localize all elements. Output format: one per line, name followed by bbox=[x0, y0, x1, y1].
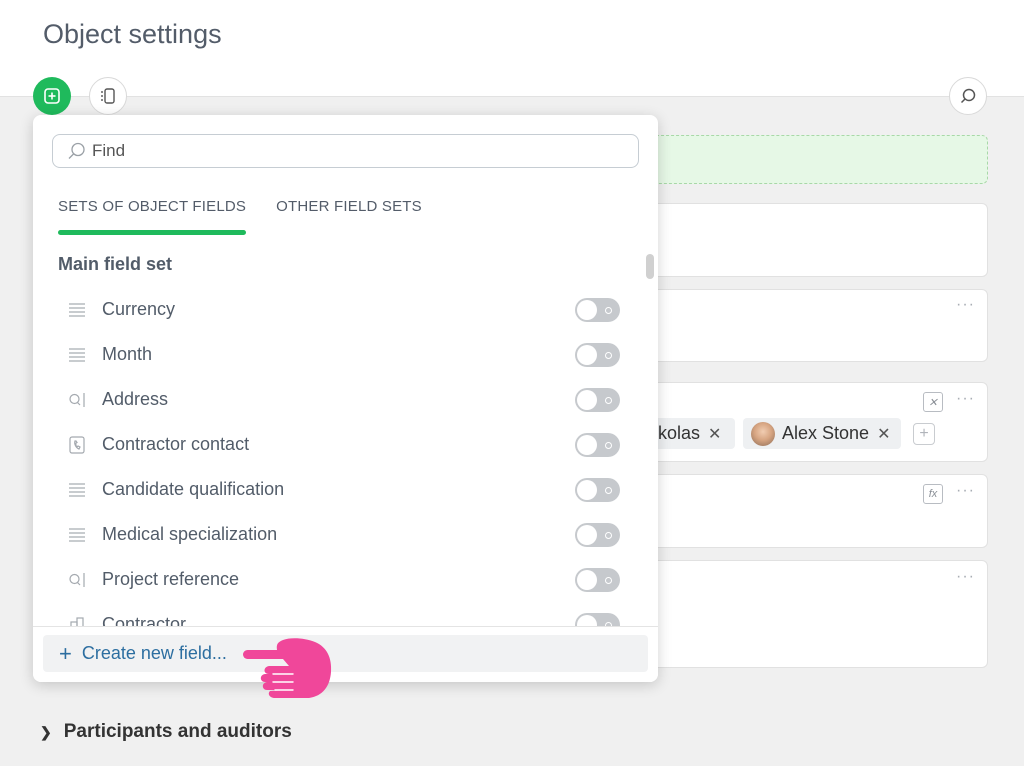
layout-button[interactable] bbox=[89, 77, 127, 115]
field-toggle[interactable] bbox=[575, 477, 620, 502]
participants-section-toggle[interactable]: ❯ Participants and auditors bbox=[40, 721, 292, 743]
search-button[interactable] bbox=[949, 77, 987, 115]
field-set-tabs: SETS OF OBJECT FIELDS OTHER FIELD SETS bbox=[58, 198, 452, 235]
more-icon[interactable]: ··· bbox=[956, 482, 975, 500]
participants-label: Participants and auditors bbox=[63, 721, 292, 742]
panel-footer: + Create new field... bbox=[33, 626, 658, 682]
header: Object settings bbox=[0, 0, 1024, 97]
field-row-candidate-qualification[interactable]: Candidate qualification bbox=[33, 467, 658, 512]
address-icon bbox=[68, 391, 86, 409]
search-icon bbox=[68, 142, 85, 159]
tab-sets-of-object-fields[interactable]: SETS OF OBJECT FIELDS bbox=[58, 198, 247, 235]
field-row-address[interactable]: Address bbox=[33, 377, 658, 422]
field-label: Currency bbox=[102, 299, 176, 319]
field-toggle[interactable] bbox=[575, 522, 620, 547]
list-icon bbox=[68, 481, 86, 499]
search-field[interactable] bbox=[52, 134, 639, 168]
scrollbar[interactable] bbox=[646, 254, 654, 279]
plus-square-icon bbox=[44, 88, 60, 104]
field-row-medical-specialization[interactable]: Medical specialization bbox=[33, 512, 658, 557]
field-row-contractor[interactable]: Contractor bbox=[33, 602, 658, 627]
field-list: Currency Month Address Contractor contac… bbox=[33, 287, 658, 627]
field-picker-popup: SETS OF OBJECT FIELDS OTHER FIELD SETS M… bbox=[33, 115, 658, 682]
field-toggle[interactable] bbox=[575, 342, 620, 367]
field-label: Month bbox=[102, 344, 153, 364]
field-row-currency[interactable]: Currency bbox=[33, 287, 658, 332]
field-toggle[interactable] bbox=[575, 567, 620, 592]
plus-icon: + bbox=[59, 640, 72, 666]
user-chip[interactable]: kolas ✕ bbox=[650, 418, 735, 449]
layout-icon bbox=[101, 88, 115, 104]
formula-icon[interactable]: fx bbox=[923, 484, 943, 504]
create-new-field-label: Create new field... bbox=[81, 643, 227, 663]
field-label: Candidate qualification bbox=[102, 479, 285, 499]
field-card[interactable]: fx ··· bbox=[640, 474, 988, 548]
list-icon bbox=[68, 526, 86, 544]
more-icon[interactable]: ··· bbox=[956, 296, 975, 314]
field-label: Medical specialization bbox=[102, 524, 278, 544]
section-title: Main field set bbox=[58, 254, 173, 274]
search-input[interactable] bbox=[92, 141, 592, 161]
remove-icon[interactable]: ✕ bbox=[708, 424, 721, 444]
drop-zone[interactable] bbox=[640, 135, 988, 184]
more-icon[interactable]: ··· bbox=[956, 390, 975, 408]
field-row-month[interactable]: Month bbox=[33, 332, 658, 377]
field-card[interactable]: ··· bbox=[640, 289, 988, 362]
contact-icon bbox=[68, 435, 86, 454]
search-icon bbox=[960, 88, 976, 104]
field-card[interactable]: ··· bbox=[640, 560, 988, 668]
field-toggle[interactable] bbox=[575, 432, 620, 457]
field-toggle[interactable] bbox=[575, 297, 620, 322]
add-field-button[interactable] bbox=[33, 77, 71, 115]
pointing-hand-icon bbox=[243, 638, 332, 698]
field-label: Address bbox=[102, 389, 169, 409]
chevron-right-icon: ❯ bbox=[40, 723, 52, 740]
user-chip[interactable]: Alex Stone ✕ bbox=[743, 418, 901, 449]
clear-icon[interactable]: ✕ bbox=[923, 392, 943, 412]
remove-icon[interactable]: ✕ bbox=[877, 424, 890, 444]
field-toggle[interactable] bbox=[575, 387, 620, 412]
list-icon bbox=[68, 346, 86, 364]
field-label: Project reference bbox=[102, 569, 240, 589]
avatar bbox=[751, 421, 775, 446]
field-row-contractor-contact[interactable]: Contractor contact bbox=[33, 422, 658, 467]
field-label: Contractor contact bbox=[102, 434, 250, 454]
chip-label: Alex Stone bbox=[782, 423, 870, 443]
field-card[interactable] bbox=[640, 203, 988, 277]
tab-other-field-sets[interactable]: OTHER FIELD SETS bbox=[276, 198, 422, 235]
chip-label: kolas bbox=[658, 423, 701, 443]
add-user-icon[interactable]: + bbox=[913, 423, 935, 445]
list-icon bbox=[68, 301, 86, 319]
field-row-project-reference[interactable]: Project reference bbox=[33, 557, 658, 602]
page-title: Object settings bbox=[43, 19, 222, 49]
field-toggle[interactable] bbox=[575, 612, 620, 627]
create-new-field-button[interactable]: + Create new field... bbox=[43, 635, 648, 672]
more-icon[interactable]: ··· bbox=[956, 568, 975, 586]
address-icon bbox=[68, 571, 86, 589]
